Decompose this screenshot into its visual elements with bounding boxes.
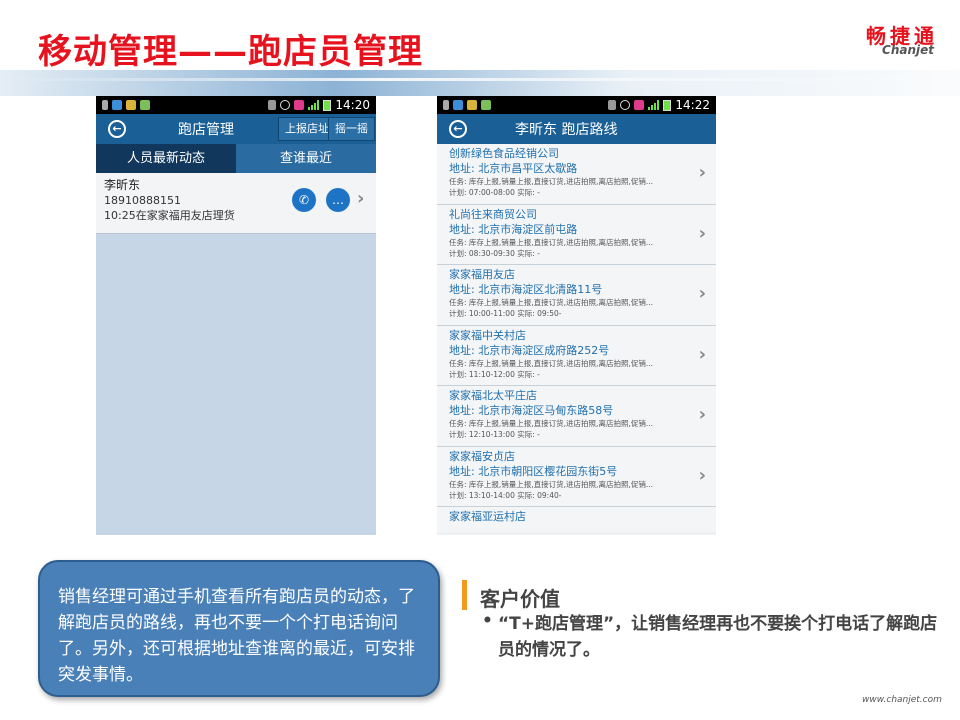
store-schedule: 计划: 11:10-12:00 实际: - [449,369,540,379]
screen-title: 跑店管理 [178,122,234,138]
footer-url: www.chanjet.com [862,695,942,705]
status-time: 14:20 [335,98,370,112]
app-bar: ← 跑店管理 上报店址 摇一摇 [96,114,376,144]
signal-icon [648,100,660,110]
customer-value-text: “T+跑店管理”，让销售经理再也不要挨个打电话了解跑店员的情况了。 [498,614,938,660]
route-list-item[interactable]: 礼尚往来商贸公司 地址: 北京市海淀区前屯路 任务: 库存上报,销量上报,直接订… [437,204,716,265]
signal-icon [308,100,320,110]
tab-latest-activity[interactable]: 人员最新动态 [96,144,236,173]
store-name: 创新绿色食品经销公司 [449,147,559,160]
chevron-right-icon[interactable]: › [699,465,706,486]
mute-icon [268,100,277,110]
alarm-icon [620,100,631,110]
status-bar: 14:20 [96,96,376,114]
phone-icon[interactable]: ✆ [292,188,316,212]
description-callout: 销售经理可通过手机查看所有跑店员的动态，了解跑店员的路线，再也不要一个个打电话询… [38,560,440,697]
chanjet-logo: 畅捷通 Chanjet [838,20,938,60]
app-notification-icon [126,100,136,110]
route-list-item[interactable]: 家家福用友店 地址: 北京市海淀区北清路11号 任务: 库存上报,销量上报,直接… [437,265,716,326]
route-list-item[interactable]: 创新绿色食品经销公司 地址: 北京市昌平区太歇路 任务: 库存上报,销量上报,直… [437,144,716,205]
battery-icon [663,99,672,111]
store-name: 家家福中关村店 [449,328,526,342]
header-decoration-band [0,70,960,96]
tab-find-nearest[interactable]: 查谁最近 [236,144,376,173]
store-tasks: 任务: 库存上报,销量上报,直接订货,进店拍照,离店拍照,促销... [449,237,653,247]
store-name: 家家福用友店 [449,268,515,281]
shake-button[interactable]: 摇一摇 [328,117,375,141]
chevron-right-icon[interactable]: › [699,344,706,365]
store-tasks: 任务: 库存上报,销量上报,直接订货,进店拍照,离店拍照,促销... [449,298,653,307]
person-activity: 10:25在家家福用友店理货 [104,209,235,222]
bullet-icon: • [482,611,493,631]
customer-value-title: 客户价值 [480,587,560,611]
store-schedule: 计划: 08:30-09:30 实际: - [449,248,540,258]
store-address: 地址: 北京市海淀区马甸东路58号 [449,404,614,417]
chevron-right-icon[interactable]: › [699,223,706,244]
wifi-icon [453,100,463,110]
store-schedule: 计划: 13:10-14:00 实际: 09:40- [449,490,562,500]
screen-title: 李昕东 跑店路线 [515,122,618,138]
store-tasks: 任务: 库存上报,销量上报,直接订货,进店拍照,离店拍照,促销... [449,479,653,489]
store-address: 地址: 北京市昌平区太歇路 [449,162,578,175]
person-name: 李昕东 [104,178,141,192]
chevron-right-icon[interactable]: › [699,162,706,183]
route-list-item[interactable]: 家家福亚运村店 [437,507,716,532]
store-name: 家家福安贞店 [449,449,515,463]
store-address: 地址: 北京市海淀区成府路252号 [449,343,610,357]
person-list-item[interactable]: 李昕东 18910888151 10:25在家家福用友店理货 ✆ … › [96,173,376,234]
status-bar: 14:22 [437,96,716,114]
image-notification-icon [140,100,150,110]
app-notification-icon [467,100,477,110]
chevron-right-icon[interactable]: › [357,188,364,209]
back-arrow-icon[interactable]: ← [449,120,467,138]
image-notification-icon [481,100,491,110]
section-accent-bar [462,580,467,610]
app-bar: ← 李昕东 跑店路线 [437,114,716,144]
usb-icon [443,100,449,110]
store-schedule: 计划: 10:00-11:00 实际: 09:50- [449,309,562,318]
store-name: 礼尚往来商贸公司 [449,207,537,221]
usb-icon [102,100,108,110]
logo-english-text: Chanjet [882,43,934,57]
route-list-item[interactable]: 家家福安贞店 地址: 北京市朝阳区樱花园东街5号 任务: 库存上报,销量上报,直… [437,446,716,507]
chevron-right-icon[interactable]: › [699,404,706,425]
app-badge-icon [634,100,645,110]
message-icon[interactable]: … [326,188,350,212]
store-name: 家家福北太平庄店 [449,389,537,402]
store-address: 地址: 北京市海淀区北清路11号 [449,283,603,296]
slide-title: 移动管理——跑店员管理 [38,32,423,72]
wifi-icon [112,100,122,110]
store-schedule: 计划: 07:00-08:00 实际: - [449,188,540,197]
store-tasks: 任务: 库存上报,销量上报,直接订货,进店拍照,离店拍照,促销... [449,177,653,186]
store-schedule: 计划: 12:10-13:00 实际: - [449,430,540,439]
battery-icon [323,99,332,111]
alarm-icon [280,100,291,110]
store-tasks: 任务: 库存上报,销量上报,直接订货,进店拍照,离店拍照,促销... [449,358,653,368]
route-list: 创新绿色食品经销公司 地址: 北京市昌平区太歇路 任务: 库存上报,销量上报,直… [437,144,716,532]
status-time: 14:22 [675,98,710,112]
store-address: 地址: 北京市朝阳区樱花园东街5号 [449,464,618,478]
phone-screen-store-route: 14:22 ← 李昕东 跑店路线 创新绿色食品经销公司 地址: 北京市昌平区太歇… [437,96,716,535]
store-address: 地址: 北京市海淀区前屯路 [449,222,578,236]
chevron-right-icon[interactable]: › [699,283,706,304]
back-arrow-icon[interactable]: ← [108,120,126,138]
store-tasks: 任务: 库存上报,销量上报,直接订货,进店拍照,离店拍照,促销... [449,419,653,428]
app-badge-icon [294,100,305,110]
route-list-item[interactable]: 家家福北太平庄店 地址: 北京市海淀区马甸东路58号 任务: 库存上报,销量上报… [437,386,716,447]
store-name: 家家福亚运村店 [449,510,526,523]
phone-screen-store-management: 14:20 ← 跑店管理 上报店址 摇一摇 人员最新动态 查谁最近 李昕东 18… [96,96,376,535]
mute-icon [608,100,617,110]
tab-bar: 人员最新动态 查谁最近 [96,144,376,173]
route-list-item[interactable]: 家家福中关村店 地址: 北京市海淀区成府路252号 任务: 库存上报,销量上报,… [437,325,716,386]
